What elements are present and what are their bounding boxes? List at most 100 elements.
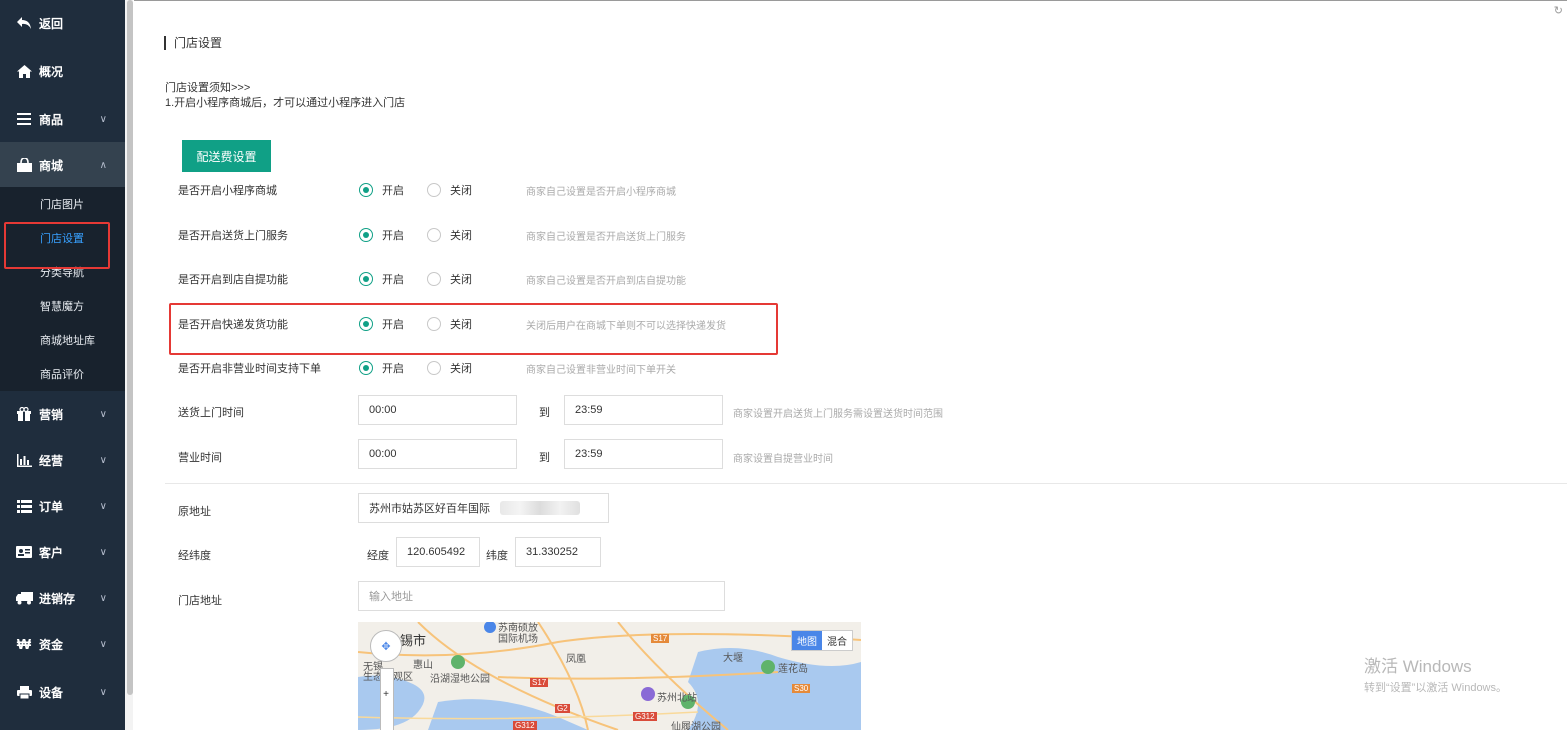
store-address-label: 门店地址 [178, 595, 222, 607]
submenu-label: 分类导航 [40, 267, 84, 279]
radio-off[interactable]: 关闭 [427, 182, 472, 198]
sidebar-item-business[interactable]: 经营 ∨ [0, 437, 125, 483]
latitude-label: 纬度 [486, 550, 508, 562]
sidebar-item-inventory[interactable]: 进销存 ∨ [0, 575, 125, 621]
map-type-map-button[interactable]: 地图 [792, 631, 822, 650]
radio-on[interactable]: 开启 [359, 316, 404, 332]
store-address-input[interactable]: 输入地址 [358, 581, 725, 611]
bar-chart-icon [15, 451, 33, 469]
submenu-item-category-nav[interactable]: 分类导航 [0, 255, 125, 289]
radio-label: 关闭 [450, 319, 472, 331]
submenu-label: 智慧魔方 [40, 301, 84, 313]
map[interactable]: 锡市 苏南硕放 国际机场 惠山 无锡 生态景观区 沿湖湿地公园 凤凰 苏州北站 … [358, 622, 861, 730]
radio-off[interactable]: 关闭 [427, 227, 472, 243]
sidebar-item-back[interactable]: 返回 [0, 0, 125, 46]
delivery-start-time-input[interactable]: 00:00 [358, 395, 517, 425]
radio-off[interactable]: 关闭 [427, 360, 472, 376]
original-address-label: 原地址 [178, 506, 211, 518]
submenu-label: 门店设置 [40, 233, 84, 245]
radio-label: 开启 [382, 274, 404, 286]
map-type-hybrid-button[interactable]: 混合 [822, 631, 852, 650]
business-end-time-input[interactable]: 23:59 [564, 439, 723, 469]
map-label: 仙履湖公园 [671, 722, 721, 730]
map-label: 国际机场 [498, 634, 538, 645]
zoom-in-icon[interactable]: + [380, 688, 392, 700]
back-arrow-icon [15, 14, 33, 32]
radio-circle [359, 317, 373, 331]
radio-on[interactable]: 开启 [359, 271, 404, 287]
sidebar-item-label: 资金 [39, 637, 64, 652]
submenu-label: 商城地址库 [40, 335, 95, 347]
radio-label: 关闭 [450, 274, 472, 286]
refresh-icon[interactable]: ↻ [1554, 4, 1563, 17]
sidebar-item-devices[interactable]: 设备 ∨ [0, 669, 125, 715]
sidebar-item-label: 经营 [39, 453, 64, 468]
sidebar-item-label: 订单 [39, 499, 64, 514]
truck-icon [15, 589, 33, 607]
radio-circle [427, 183, 441, 197]
submenu-label: 门店图片 [40, 199, 84, 211]
setting-hint: 商家自己设置是否开启到店自提功能 [526, 276, 686, 287]
chevron-down-icon: ∨ [99, 592, 107, 604]
sidebar-item-products[interactable]: 商品 ∨ [0, 96, 125, 142]
business-time-label: 营业时间 [178, 452, 222, 464]
business-start-time-input[interactable]: 00:00 [358, 439, 517, 469]
radio-off[interactable]: 关闭 [427, 271, 472, 287]
sidebar-item-label: 客户 [39, 545, 64, 560]
sidebar-item-orders[interactable]: 订单 ∨ [0, 483, 125, 529]
delivery-time-hint: 商家设置开启送货上门服务需设置送货时间范围 [733, 409, 943, 420]
chevron-up-icon: ∧ [99, 159, 107, 171]
submenu-label: 商品评价 [40, 369, 84, 381]
submenu-item-store-images[interactable]: 门店图片 [0, 187, 125, 221]
submenu-item-smart-cube[interactable]: 智慧魔方 [0, 289, 125, 323]
watermark-subtitle: 转到“设置”以激活 Windows。 [1364, 682, 1508, 694]
sidebar-item-mall[interactable]: 商城 ∧ [0, 142, 125, 188]
delivery-fee-settings-button[interactable]: 配送费设置 [182, 140, 271, 172]
map-label: 苏州北站 [657, 693, 697, 704]
chevron-down-icon: ∨ [99, 408, 107, 420]
won-icon: ₩ [16, 635, 32, 653]
radio-on[interactable]: 开启 [359, 182, 404, 198]
radio-circle [359, 228, 373, 242]
setting-hint: 商家自己设置非营业时间下单开关 [526, 365, 676, 376]
business-time-hint: 商家设置自提营业时间 [733, 454, 833, 465]
radio-circle [359, 183, 373, 197]
radio-on[interactable]: 开启 [359, 360, 404, 376]
sidebar-item-label: 商品 [39, 112, 64, 127]
sidebar-item-marketing[interactable]: 营销 ∨ [0, 391, 125, 437]
shopping-bag-icon [15, 156, 33, 174]
submenu-item-store-settings[interactable]: 门店设置 [0, 221, 125, 255]
latitude-field[interactable]: 31.330252 [515, 537, 601, 567]
longitude-field[interactable]: 120.605492 [396, 537, 480, 567]
radio-off[interactable]: 关闭 [427, 316, 472, 332]
road-shield: G312 [633, 712, 657, 721]
radio-label: 开启 [382, 185, 404, 197]
radio-circle [427, 228, 441, 242]
radio-label: 开启 [382, 230, 404, 242]
sidebar-item-customers[interactable]: 客户 ∨ [0, 529, 125, 575]
sidebar-item-label: 进销存 [39, 591, 76, 606]
to-label: 到 [539, 452, 550, 464]
gift-icon [15, 405, 33, 423]
sidebar-item-overview[interactable]: 概况 [0, 48, 125, 94]
setting-hint: 关闭后用户在商城下单则不可以选择快递发货 [526, 321, 726, 332]
submenu-item-reviews[interactable]: 商品评价 [0, 357, 125, 391]
map-pan-control[interactable]: ✥ [370, 630, 402, 662]
delivery-end-time-input[interactable]: 23:59 [564, 395, 723, 425]
sidebar-item-label: 返回 [39, 16, 64, 31]
longitude-label: 经度 [367, 550, 389, 562]
setting-hint: 商家自己设置是否开启送货上门服务 [526, 232, 686, 243]
delivery-time-label: 送货上门时间 [178, 407, 244, 419]
radio-on[interactable]: 开启 [359, 227, 404, 243]
sidebar-item-funds[interactable]: ₩ 资金 ∨ [0, 621, 125, 667]
road-shield: S17 [530, 678, 549, 687]
sidebar-scrollbar-thumb[interactable] [127, 0, 133, 695]
submenu-item-address-library[interactable]: 商城地址库 [0, 323, 125, 357]
map-label: 凤凰 [566, 654, 586, 665]
chevron-down-icon: ∨ [99, 546, 107, 558]
radio-label: 关闭 [450, 185, 472, 197]
road-shield: S17 [651, 634, 670, 643]
id-card-icon [15, 543, 33, 561]
windows-activation-watermark: 激活 Windows 转到“设置”以激活 Windows。 [1364, 652, 1507, 695]
sidebar: 返回 概况 商品 ∨ 商城 ∧ 门店图片 门店设置 分类导航 智慧魔方 商城地址… [0, 0, 125, 730]
